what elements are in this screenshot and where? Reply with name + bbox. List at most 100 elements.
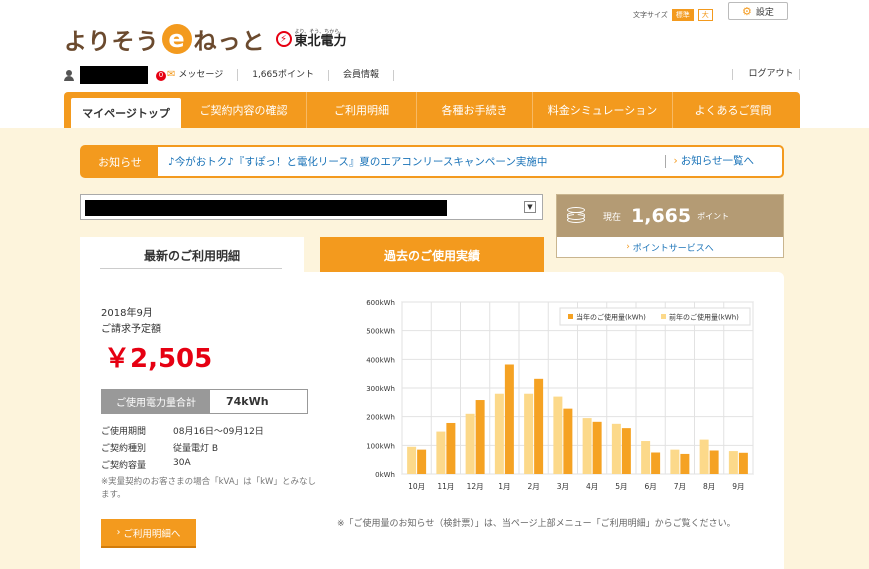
bar: [728, 451, 738, 474]
points-link[interactable]: 1,665ポイント: [238, 69, 329, 81]
messages-label: メッセージ: [178, 70, 224, 80]
bar: [436, 431, 446, 474]
bill-amount: ￥2,505: [104, 344, 213, 374]
usage-total: ご使用電力量合計 74kWh: [101, 389, 308, 414]
bar: [494, 393, 504, 474]
tab-simulation[interactable]: 料金シミュレーション: [533, 92, 673, 128]
user-bar: 0 ✉ メッセージ 1,665ポイント 会員情報 ログアウト: [64, 66, 800, 84]
x-tick-label: 4月: [586, 482, 598, 491]
tab-underline: [100, 268, 282, 269]
points-summary: P 現在 1,665 ポイント: [557, 195, 783, 237]
x-tick-label: 6月: [644, 482, 656, 491]
font-size-large-button[interactable]: 大: [697, 9, 713, 21]
user-name-redacted: [80, 66, 148, 84]
x-tick-label: 11月: [437, 482, 454, 491]
tab-usage-statement[interactable]: ご利用明細: [307, 92, 417, 128]
tab-faq[interactable]: よくあるご質問: [673, 92, 793, 128]
x-tick-label: 12月: [467, 482, 484, 491]
x-tick-label: 5月: [615, 482, 627, 491]
bar: [446, 422, 456, 474]
logo-text-pre: よりそう: [64, 29, 160, 55]
usage-detail-label: ご利用明細へ: [123, 528, 181, 540]
y-tick-label: 400kWh: [366, 356, 395, 364]
settings-button[interactable]: ⚙ 設定: [728, 2, 788, 20]
bill-footnote: ※実量契約のお客さまの場合「kVA」は「kW」とみなします。: [101, 477, 316, 500]
tab-past-usage[interactable]: 過去のご使用実績: [320, 237, 544, 273]
logo-e-mark: e: [161, 24, 192, 54]
detail-key: ご契約容量: [101, 461, 147, 471]
usage-chart-svg: 0kWh 100kWh 200kWh 300kWh 400kWh 500kWh 600kWh…: [366, 299, 754, 491]
logo-text-post: ねっと: [193, 29, 266, 55]
main-nav: マイページトップ ご契約内容の確認 ご利用明細 各種お手続き 料金シミュレーショ…: [64, 92, 800, 128]
y-tick-label: 500kWh: [366, 328, 395, 336]
y-tick-label: 100kWh: [366, 442, 395, 450]
bill-label: ご請求予定額: [101, 324, 161, 335]
notice-list-label: お知らせ一覧へ: [680, 155, 754, 167]
detail-row-contract-type: ご契約種別 従量電灯 B: [101, 441, 218, 454]
bar: [680, 453, 690, 474]
chevron-right-icon: ›: [626, 242, 630, 252]
chevron-right-icon: ›: [673, 155, 678, 167]
x-tick-label: 1月: [498, 482, 510, 491]
x-tick-label: 7月: [674, 482, 686, 491]
bar: [407, 446, 417, 474]
detail-key: ご使用期間: [101, 427, 147, 437]
company-logo: ⚡ より、そう、ちから。 東北電力: [275, 29, 347, 49]
bar: [621, 428, 631, 474]
header: よりそう e ねっと ⚡ より、そう、ちから。 東北電力 文字サイズ 標準 大 …: [0, 0, 869, 128]
usage-detail-button[interactable]: › ご利用明細へ: [101, 519, 196, 546]
detail-value: 従量電灯 B: [173, 444, 219, 454]
gear-icon: ⚙: [742, 4, 752, 18]
mail-icon: ✉: [167, 69, 176, 80]
tab-contract[interactable]: ご契約内容の確認: [181, 92, 307, 128]
bar: [534, 378, 544, 474]
point-service-link[interactable]: › ポイントサービスへ: [557, 237, 783, 257]
x-tick-label: 9月: [732, 482, 744, 491]
y-tick-label: 0kWh: [375, 471, 395, 479]
messages-link[interactable]: 0 ✉ メッセージ: [156, 69, 239, 81]
usage-total-value: 74kWh: [226, 395, 269, 408]
coins-icon: P: [567, 205, 591, 227]
detail-row-capacity: ご契約容量 30A: [101, 458, 191, 471]
points-current-label: 現在: [603, 212, 622, 223]
y-tick-label: 200kWh: [366, 414, 395, 422]
bar: [709, 450, 719, 474]
legend-label: 前年のご使用量(kWh): [669, 313, 739, 322]
font-size-standard-button[interactable]: 標準: [671, 9, 694, 21]
bill-month: 2018年9月: [101, 308, 153, 319]
bar: [699, 439, 709, 474]
legend-swatch: [661, 314, 666, 319]
chart-note: ※「ご使用量のお知らせ（検針票）」は、当ページ上部メニュー「ご利用明細」からご覧…: [337, 519, 736, 529]
bar: [504, 364, 514, 474]
x-tick-label: 8月: [703, 482, 715, 491]
point-service-label: ポイントサービスへ: [632, 243, 714, 254]
bar: [465, 413, 475, 474]
notice-text-link[interactable]: ♪今がおトク♪『すぽっ！と電化リース』夏のエアコンリースキャンペーン実施中: [168, 154, 665, 169]
bar: [738, 452, 748, 474]
bar: [611, 423, 621, 474]
contract-name-redacted: [85, 200, 447, 216]
y-tick-label: 600kWh: [366, 299, 395, 307]
bar: [553, 396, 563, 474]
notice-bar: お知らせ ♪今がおトク♪『すぽっ！と電化リース』夏のエアコンリースキャンペーン実…: [80, 145, 784, 178]
legend-label: 当年のご使用量(kWh): [576, 313, 646, 322]
detail-value: 30A: [173, 458, 191, 468]
bar: [651, 452, 661, 474]
member-info-link[interactable]: 会員情報: [329, 69, 394, 81]
bar: [475, 400, 485, 474]
bar: [670, 449, 680, 474]
detail-key: ご契約種別: [101, 444, 147, 454]
logout-link[interactable]: ログアウト: [732, 69, 800, 80]
notice-list-link[interactable]: › お知らせ一覧へ: [664, 155, 754, 168]
user-icon: [64, 69, 74, 81]
points-box: P 現在 1,665 ポイント › ポイントサービスへ: [556, 194, 784, 258]
bar: [592, 421, 602, 474]
points-unit: ポイント: [697, 211, 730, 221]
legend-swatch: [568, 314, 573, 319]
contract-select[interactable]: ▼: [80, 194, 543, 220]
x-tick-label: 10月: [408, 482, 425, 491]
tab-mypage-top[interactable]: マイページトップ: [71, 98, 181, 128]
font-size-label: 文字サイズ: [633, 11, 668, 19]
site-logo[interactable]: よりそう e ねっと ⚡ より、そう、ちから。 東北電力: [64, 22, 347, 56]
tab-procedures[interactable]: 各種お手続き: [417, 92, 533, 128]
